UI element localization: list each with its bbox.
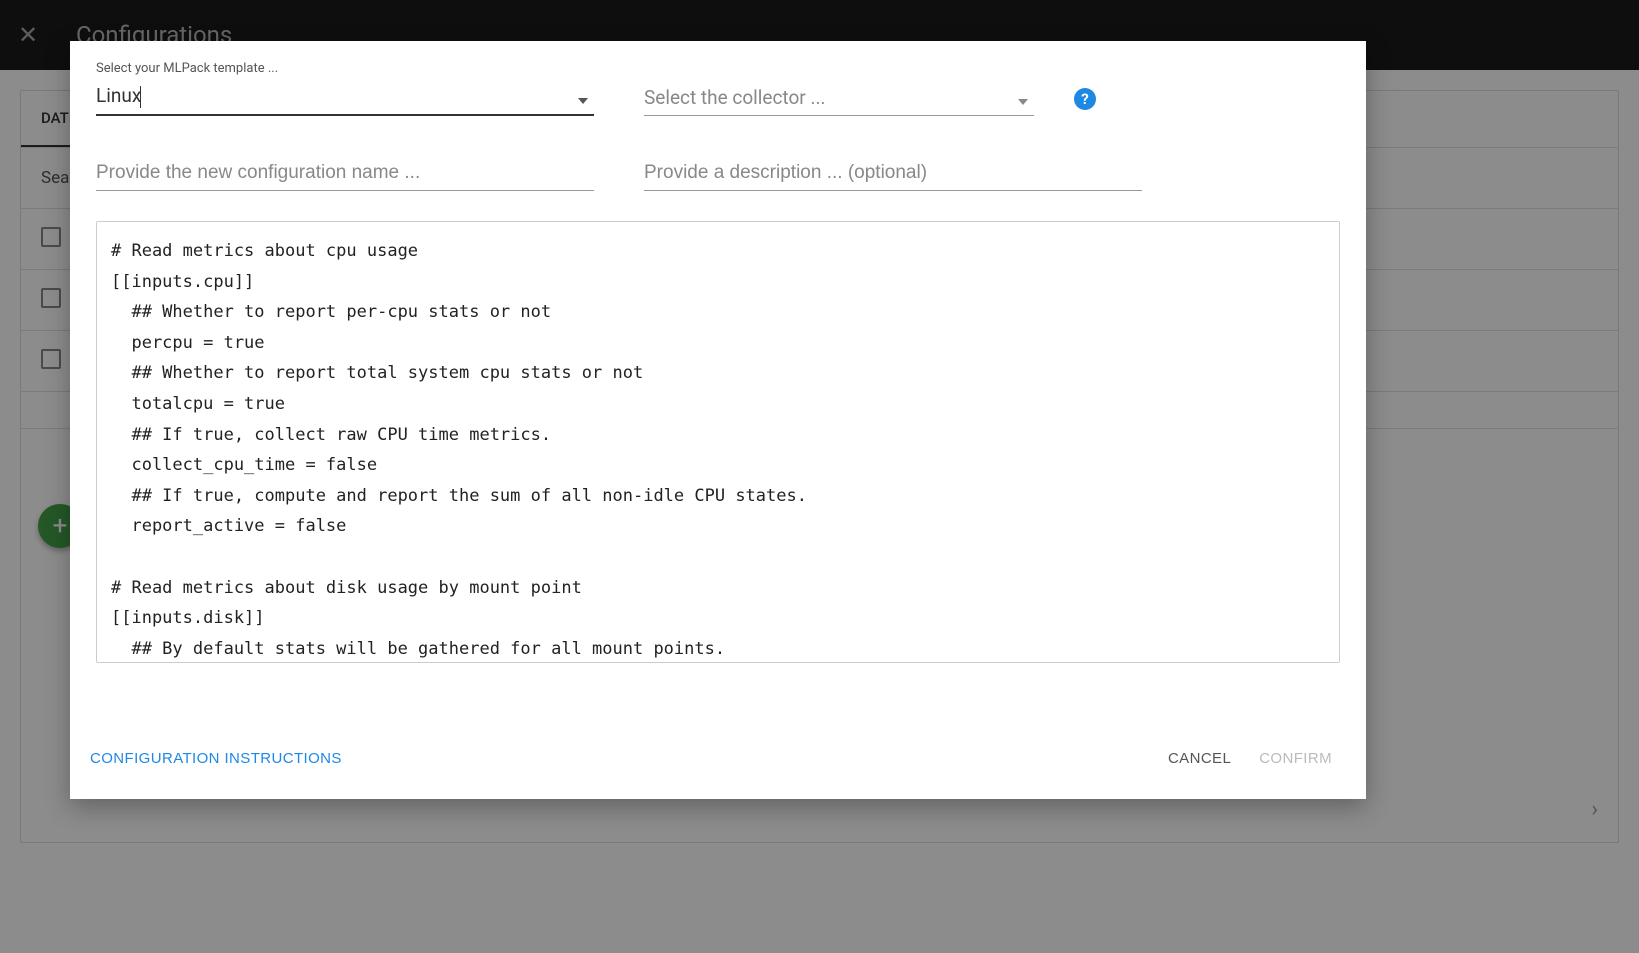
help-icon[interactable]: ?: [1074, 88, 1096, 110]
cancel-button[interactable]: CANCEL: [1154, 742, 1245, 775]
configuration-instructions-link[interactable]: CONFIGURATION INSTRUCTIONS: [90, 750, 342, 767]
description-field[interactable]: [644, 156, 1142, 191]
chevron-down-icon: [578, 98, 588, 104]
collector-placeholder: Select the collector ...: [644, 86, 825, 109]
description-input[interactable]: [644, 156, 1142, 191]
collector-select[interactable]: Select the collector ...: [644, 80, 1034, 116]
template-label: Select your MLPack template ...: [96, 61, 594, 76]
confirm-button: CONFIRM: [1245, 742, 1346, 775]
template-select[interactable]: Linux: [96, 78, 594, 116]
dialog-body: Select your MLPack template ... Linux Se…: [70, 41, 1366, 718]
template-value: Linux: [96, 84, 141, 107]
chevron-down-icon: [1018, 99, 1028, 105]
config-code-editor[interactable]: [96, 221, 1340, 663]
collector-field[interactable]: Select the collector ...: [644, 80, 1034, 116]
dialog-footer: CONFIGURATION INSTRUCTIONS CANCEL CONFIR…: [70, 718, 1366, 799]
configuration-dialog: Select your MLPack template ... Linux Se…: [70, 41, 1366, 799]
config-name-input[interactable]: [96, 156, 594, 191]
template-field[interactable]: Select your MLPack template ... Linux: [96, 61, 594, 116]
config-name-field[interactable]: [96, 156, 594, 191]
